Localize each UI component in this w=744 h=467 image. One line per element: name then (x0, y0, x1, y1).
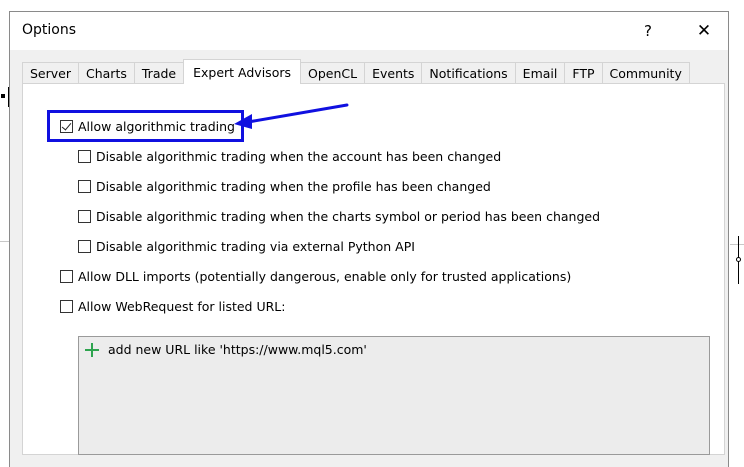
add-url-item[interactable]: add new URL like 'https://www.mql5.com' (85, 342, 367, 357)
tab-community[interactable]: Community (601, 62, 690, 83)
disable-on-symbol-change-label: Disable algorithmic trading when the cha… (96, 208, 601, 224)
title-bar[interactable]: Options ? ✕ (10, 12, 728, 50)
tab-email[interactable]: Email (514, 62, 566, 83)
disable-on-account-change-label: Disable algorithmic trading when the acc… (96, 148, 502, 164)
disable-on-profile-change-option[interactable]: Disable algorithmic trading when the pro… (78, 177, 491, 195)
add-url-label: add new URL like 'https://www.mql5.com' (108, 342, 367, 357)
allow-webrequest-checkbox[interactable] (60, 299, 73, 313)
allow-dll-imports-checkbox[interactable] (60, 269, 73, 283)
tab-server[interactable]: Server (22, 62, 79, 83)
background-marker (1, 94, 5, 98)
tab-events[interactable]: Events (364, 62, 423, 83)
tab-charts[interactable]: Charts (78, 62, 135, 83)
background-line (730, 244, 744, 245)
annotation-arrow-icon (234, 103, 349, 129)
allow-dll-imports-option[interactable]: Allow DLL imports (potentially dangerous… (60, 267, 571, 285)
allow-algo-trading-checkbox[interactable] (60, 119, 73, 133)
disable-python-api-option[interactable]: Disable algorithmic trading via external… (78, 237, 415, 255)
tab-ftp[interactable]: FTP (564, 62, 603, 83)
arrow-shaft (246, 103, 349, 124)
close-button[interactable]: ✕ (687, 18, 721, 44)
dialog-title: Options (22, 22, 77, 38)
disable-on-profile-change-label: Disable algorithmic trading when the pro… (96, 178, 491, 194)
tab-notifications[interactable]: Notifications (421, 62, 516, 83)
disable-on-symbol-change-option[interactable]: Disable algorithmic trading when the cha… (78, 207, 600, 225)
allow-webrequest-option[interactable]: Allow WebRequest for listed URL: (60, 297, 285, 315)
disable-on-profile-change-checkbox[interactable] (78, 179, 91, 193)
background-marker (736, 257, 741, 262)
disable-on-symbol-change-checkbox[interactable] (78, 209, 91, 223)
tab-trade[interactable]: Trade (133, 62, 185, 83)
disable-on-account-change-option[interactable]: Disable algorithmic trading when the acc… (78, 147, 501, 165)
tab-strip: Server Charts Trade Expert Advisors Open… (22, 59, 690, 84)
plus-icon (85, 342, 99, 357)
tab-expert-advisors[interactable]: Expert Advisors (183, 59, 301, 84)
help-button[interactable]: ? (633, 18, 663, 44)
tab-opencl[interactable]: OpenCL (300, 62, 366, 83)
disable-python-api-checkbox[interactable] (78, 239, 91, 253)
arrow-head (234, 114, 252, 129)
disable-python-api-label: Disable algorithmic trading via external… (96, 238, 415, 254)
allow-algo-trading-label: Allow algorithmic trading (78, 118, 235, 134)
background-line (0, 241, 9, 242)
allow-algo-trading-option[interactable]: Allow algorithmic trading (60, 117, 235, 135)
allow-webrequest-label: Allow WebRequest for listed URL: (78, 298, 286, 314)
expert-advisors-panel: Allow algorithmic trading Disable algori… (22, 83, 725, 455)
screen: Options ? ✕ Server Charts Trade Expert A… (0, 0, 744, 467)
allow-dll-imports-label: Allow DLL imports (potentially dangerous… (78, 268, 572, 284)
disable-on-account-change-checkbox[interactable] (78, 149, 91, 163)
options-dialog: Options ? ✕ Server Charts Trade Expert A… (9, 11, 729, 467)
webrequest-url-list[interactable]: add new URL like 'https://www.mql5.com' (78, 336, 710, 455)
